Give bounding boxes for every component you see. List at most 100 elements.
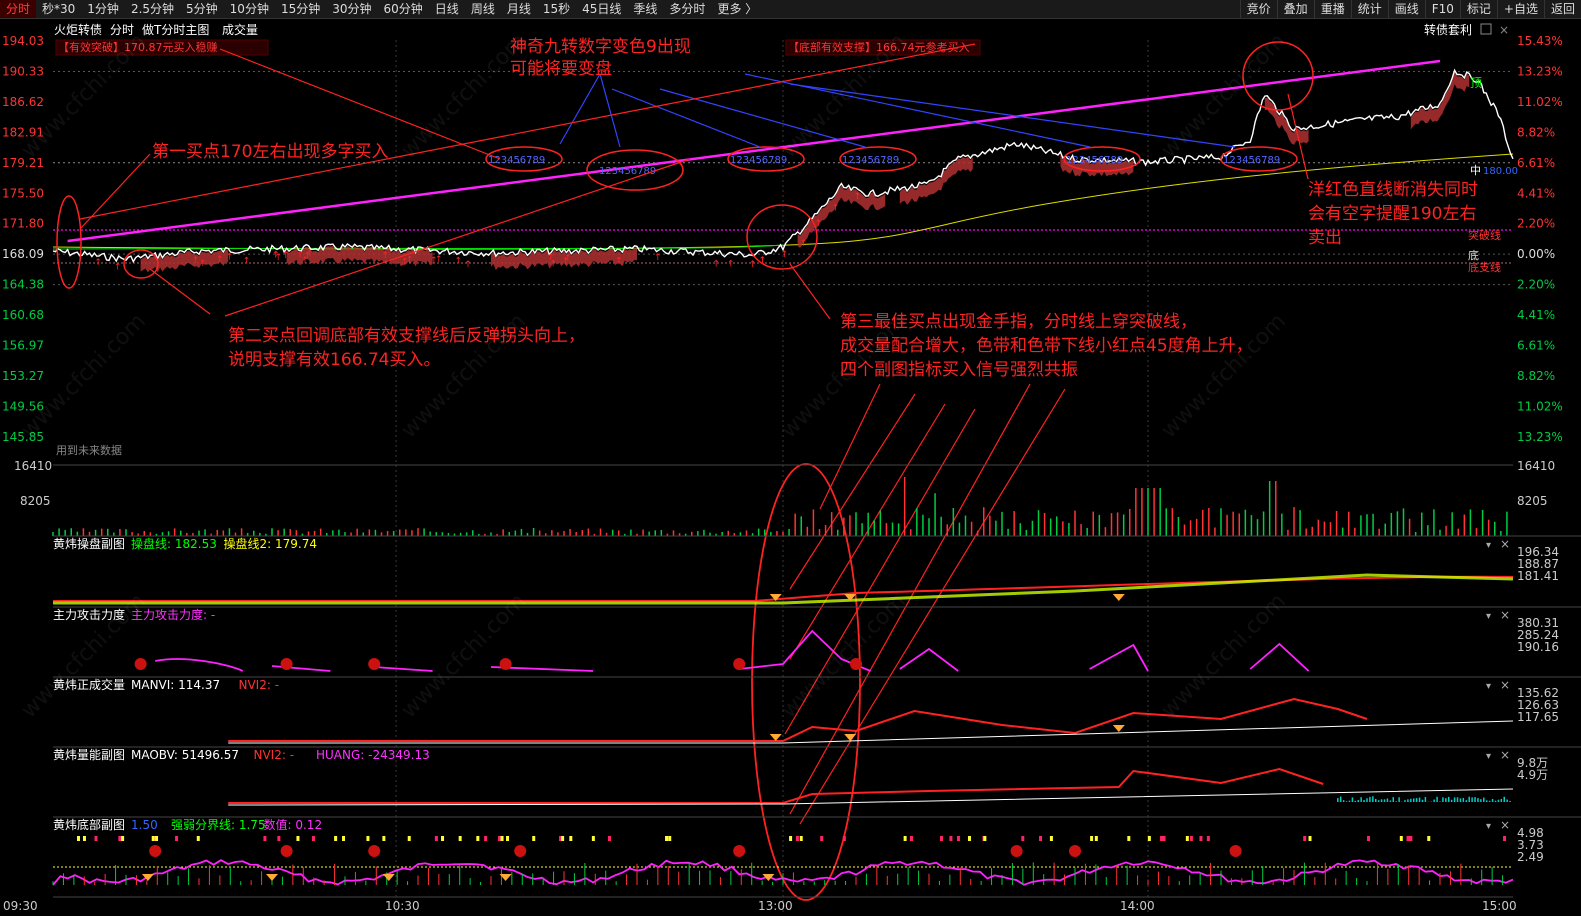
vol-tick: 16410 [1517, 459, 1555, 473]
period-tab-10[interactable]: 周线 [465, 0, 501, 18]
close-icon[interactable]: × [1500, 748, 1510, 762]
mode-label-1: 做T分时主图 [142, 22, 209, 37]
dropdown-icon[interactable]: ▾ [1486, 540, 1491, 551]
mid-label: 中 [1470, 164, 1481, 177]
diamond-icon [769, 734, 782, 741]
buy-signal-icon [1010, 845, 1023, 857]
buy-arrow-icon: ↑ [615, 256, 623, 266]
dropdown-icon[interactable]: ▾ [1486, 821, 1491, 832]
signal-dot [196, 836, 200, 841]
buy-arrow-icon: ↑ [282, 251, 290, 261]
vol-tick: 8205 [20, 494, 51, 508]
period-tab-12[interactable]: 15秒 [537, 0, 576, 18]
diamond-icon [1112, 594, 1125, 601]
buy-signal-icon [1069, 845, 1081, 857]
signal-dot [506, 836, 510, 841]
annotation-text: 神奇九转数字变色9出现 [510, 37, 691, 57]
signal-dot [500, 836, 504, 841]
pct-tick-8: 2.20% [1517, 278, 1555, 292]
buy-arrow-icon: ↑ [226, 253, 234, 263]
close-icon[interactable]: × [1499, 23, 1509, 37]
tool-tab-6[interactable]: 标记 [1459, 0, 1497, 18]
signal-dot [342, 836, 346, 841]
signal-dot [263, 836, 267, 841]
buy-arrow-icon: ↑ [749, 260, 757, 270]
mode-label-2: 成交量 [222, 22, 258, 37]
period-tab-3[interactable]: 2.5分钟 [125, 0, 180, 18]
period-tab-11[interactable]: 月线 [501, 0, 537, 18]
time-tick-3: 14:00 [1120, 899, 1155, 913]
dropdown-icon[interactable]: ▾ [1486, 751, 1491, 762]
subpanel-item: 操盘线: 182.53 [131, 536, 217, 551]
period-tab-8[interactable]: 60分钟 [378, 0, 429, 18]
bottom-support-label: 底支线 [1468, 260, 1501, 274]
dropdown-icon[interactable]: ▾ [1486, 681, 1491, 692]
close-icon[interactable]: × [1500, 537, 1510, 551]
period-tab-0[interactable]: 分时 [0, 0, 37, 18]
signal-dot [476, 836, 480, 841]
buy-signal-icon [1229, 845, 1242, 857]
settings-icon[interactable] [1480, 23, 1492, 35]
signal-dot [484, 836, 488, 841]
signal-dot [1094, 836, 1098, 841]
signal-dot [1021, 836, 1025, 841]
period-tab-16[interactable]: 更多 〉 [711, 0, 763, 18]
signal-dot [296, 836, 300, 841]
signal-dot [1303, 836, 1307, 841]
period-tab-1[interactable]: 秒*30 [36, 0, 81, 18]
pct-tick-13: 13.23% [1517, 430, 1563, 444]
period-tab-5[interactable]: 10分钟 [224, 0, 275, 18]
buy-signal-icon [134, 658, 147, 670]
signal-dot [277, 836, 281, 841]
tool-tab-4[interactable]: 画线 [1387, 0, 1425, 18]
tool-tab-0[interactable]: 竞价 [1239, 0, 1277, 18]
buy-arrow-icon: ↑ [435, 255, 443, 265]
nine-seq-label: 123456789 [730, 155, 787, 166]
tool-tab-8[interactable]: 返回 [1543, 0, 1581, 18]
signal-dot [956, 836, 960, 841]
period-tab-13[interactable]: 45日线 [576, 0, 627, 18]
signal-dot [94, 836, 98, 841]
pct-tick-4: 6.61% [1517, 156, 1555, 170]
watermark: www.cfchi.com [777, 589, 911, 723]
signal-dot [334, 836, 338, 841]
annotation-text: 洋红色直线断消失同时 [1308, 180, 1478, 200]
period-tab-6[interactable]: 15分钟 [275, 0, 326, 18]
annotation-text: 可能将要变盘 [510, 59, 612, 79]
tool-tab-7[interactable]: +自选 [1496, 0, 1544, 18]
pct-tick-12: 11.02% [1517, 399, 1563, 413]
signal-dot [434, 836, 438, 841]
period-tab-9[interactable]: 日线 [429, 0, 465, 18]
signal-dot [1160, 836, 1164, 841]
tool-tab-2[interactable]: 重播 [1313, 0, 1351, 18]
pct-tick-11: 8.82% [1517, 369, 1555, 383]
period-tab-7[interactable]: 30分钟 [326, 0, 377, 18]
close-icon[interactable]: × [1500, 818, 1510, 832]
period-tab-4[interactable]: 5分钟 [180, 0, 224, 18]
close-icon[interactable]: × [1500, 678, 1510, 692]
pct-tick-6: 2.20% [1517, 217, 1555, 231]
subpanel-item: NVI2: - [239, 678, 280, 692]
signal-dot [1427, 836, 1431, 841]
period-tab-15[interactable]: 多分时 [663, 0, 711, 18]
diamond-icon [266, 874, 278, 881]
tool-tab-3[interactable]: 统计 [1350, 0, 1388, 18]
price-tick-5: 175.50 [2, 186, 44, 200]
period-tab-2[interactable]: 1分钟 [81, 0, 125, 18]
close-icon[interactable]: × [1500, 608, 1510, 622]
tool-tab-1[interactable]: 叠加 [1276, 0, 1314, 18]
buy-signal-icon [499, 658, 512, 670]
signal-dot [967, 836, 971, 841]
buy-arrow-icon: ↑ [114, 262, 122, 272]
dropdown-icon[interactable]: ▾ [1486, 611, 1491, 622]
subpanel-title-0: 黄炜操盘副图 [53, 536, 125, 551]
stock-name: 火炬转债 [54, 22, 102, 37]
signal-dot [665, 836, 669, 841]
subpanel-tick: 2.49 [1517, 850, 1544, 864]
buy-arrow-icon: ↑ [401, 257, 409, 267]
tool-tab-5[interactable]: F10 [1424, 0, 1460, 18]
nine-seq-label: 123456789 [599, 166, 656, 177]
period-tab-14[interactable]: 季线 [627, 0, 663, 18]
price-tick-1: 190.33 [2, 64, 44, 78]
price-tick-6: 171.80 [2, 217, 44, 231]
